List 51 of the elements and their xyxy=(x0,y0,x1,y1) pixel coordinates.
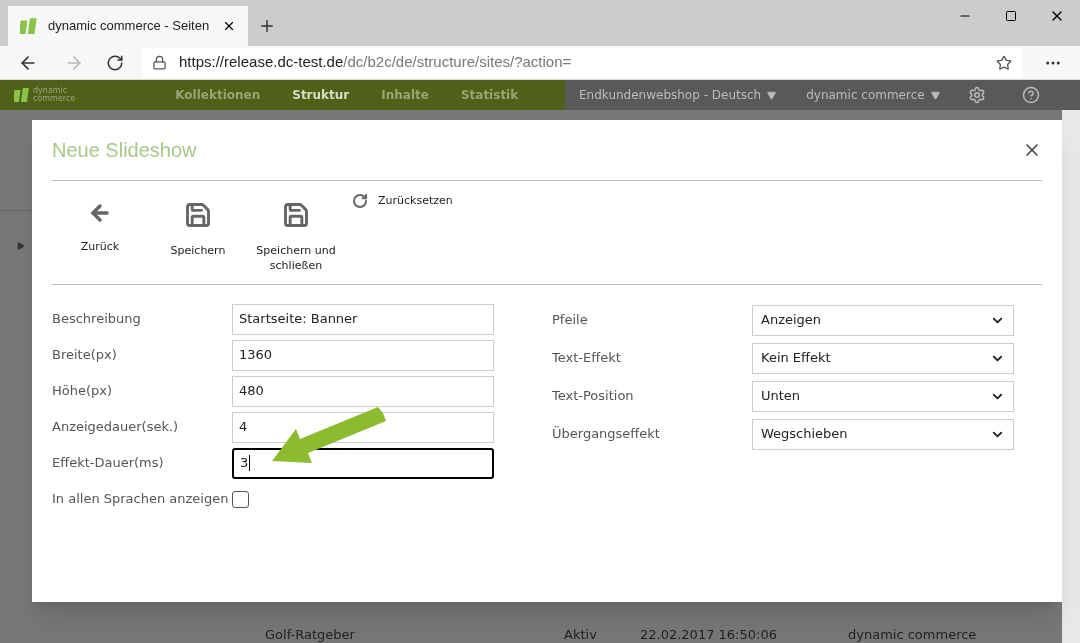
table-cell-text: Aktiv xyxy=(564,626,598,643)
field-label: Pfeile xyxy=(552,311,589,330)
field-label: Text-Position xyxy=(552,387,635,406)
toolbar-button[interactable]: Zurück xyxy=(52,193,148,284)
logo-icon xyxy=(14,87,30,103)
field-label: In allen Sprachen anzeigen xyxy=(52,490,230,509)
field-label: Text-Effekt xyxy=(552,349,622,368)
table-cell-text: 22.02.2017 16:50:06 xyxy=(640,626,778,643)
select-field[interactable]: Anzeigen xyxy=(752,304,1014,336)
address-bar[interactable]: https://release.dc-test.de/dc/b2c/de/structure/sites/?action= xyxy=(142,47,1022,78)
account-select[interactable]: dynamic commerce xyxy=(806,86,940,104)
help-icon[interactable] xyxy=(1021,86,1040,104)
reset-button[interactable]: Zurücksetzen xyxy=(352,193,453,284)
field-label: Übergangseffekt xyxy=(552,425,661,444)
close-icon[interactable] xyxy=(222,19,236,33)
field-label: Höhe(px) xyxy=(52,382,114,401)
toolbar-button[interactable]: Speichern und schließen xyxy=(248,193,344,284)
settings-icon[interactable] xyxy=(967,86,986,104)
select-field[interactable]: Kein Effekt xyxy=(752,342,1014,374)
text-field[interactable]: 1360 xyxy=(232,339,494,371)
maximize-icon xyxy=(1005,10,1017,22)
reset-icon xyxy=(352,193,368,209)
logo-icon xyxy=(20,17,38,35)
field-label: Breite(px) xyxy=(52,346,118,365)
save-icon xyxy=(184,201,212,229)
table-cell-text: dynamic commerce xyxy=(848,626,977,643)
select-field[interactable]: Wegschieben xyxy=(752,418,1014,450)
new-tab-icon[interactable] xyxy=(258,17,276,35)
field-label: Anzeigedauer(sek.) xyxy=(52,418,180,437)
save-icon xyxy=(282,201,310,229)
toolbar-button[interactable]: Speichern xyxy=(150,193,246,284)
select-field[interactable]: Unten xyxy=(752,380,1014,412)
lock-icon xyxy=(152,55,167,70)
text-field[interactable]: Startseite: Banner xyxy=(232,303,494,335)
field-label: Beschreibung xyxy=(52,310,142,329)
text-field[interactable]: 3 xyxy=(232,447,494,479)
dialog-title: Neue Slideshow xyxy=(52,138,197,163)
caret-icon xyxy=(767,90,777,100)
reload-icon[interactable] xyxy=(106,53,124,72)
shop-select[interactable]: Endkundenwebshop - Deutsch xyxy=(579,86,777,104)
brand-logo-text: dynamic commerce xyxy=(33,87,76,103)
checkbox[interactable] xyxy=(232,490,249,508)
nav-tab[interactable]: Struktur xyxy=(292,86,350,104)
table-cell-text: Golf-Ratgeber xyxy=(265,626,356,643)
field-label: Effekt-Dauer(ms) xyxy=(52,454,165,473)
browser-tab[interactable]: dynamic commerce - Seiten xyxy=(8,6,248,46)
expand-icon[interactable] xyxy=(17,242,25,250)
text-field[interactable]: 480 xyxy=(232,375,494,407)
caret-icon xyxy=(930,90,940,100)
favorite-icon[interactable] xyxy=(996,54,1012,71)
scrollbar[interactable] xyxy=(1062,110,1080,643)
